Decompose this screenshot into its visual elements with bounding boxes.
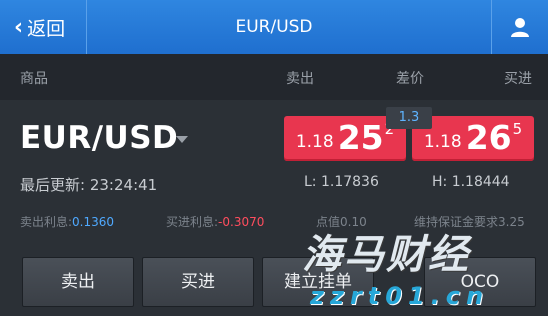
account-button[interactable]	[491, 0, 548, 54]
column-header-row: 商品 卖出 差价 买进	[0, 54, 548, 100]
last-updated: 最后更新: 23:24:41	[20, 174, 157, 195]
column-sell: 卖出	[286, 71, 314, 87]
high-price: H: 1.18444	[432, 174, 510, 190]
instrument-symbol[interactable]: EUR/USD	[20, 120, 178, 156]
column-buy: 买进	[504, 71, 532, 87]
sell-price-main: 25	[337, 118, 384, 157]
spread-badge: 1.3	[386, 107, 432, 129]
watermark-domain: zzrt01.cn	[310, 282, 490, 310]
buy-price-main: 26	[465, 118, 512, 157]
sell-interest-label: 卖出利息:	[20, 215, 73, 229]
buy-button[interactable]: 买进	[142, 257, 254, 307]
page-title: EUR/USD	[235, 17, 313, 37]
sell-price-prefix: 1.18	[295, 132, 334, 152]
updated-time: 23:24:41	[89, 176, 158, 194]
user-icon	[511, 18, 529, 37]
buy-interest-value: -0.3070	[218, 215, 265, 229]
top-nav-bar: ‹ 返回 EUR/USD	[0, 0, 548, 54]
sell-button[interactable]: 卖出	[22, 257, 134, 307]
sell-interest-value: 0.1360	[72, 215, 115, 229]
buy-interest-label: 买进利息:	[166, 215, 219, 229]
updated-label: 最后更新:	[20, 176, 86, 194]
column-product: 商品	[20, 71, 48, 87]
buy-interest: 买进利息:-0.3070	[166, 213, 264, 230]
low-price: L: 1.17836	[304, 174, 379, 190]
column-spread: 差价	[396, 71, 424, 87]
buy-price-prefix: 1.18	[423, 132, 462, 152]
buy-price-suffix: 5	[512, 120, 523, 138]
watermark-brand: 海马财经	[302, 232, 470, 278]
sell-interest: 卖出利息:0.1360	[20, 213, 114, 230]
dropdown-caret-icon[interactable]	[176, 136, 188, 143]
